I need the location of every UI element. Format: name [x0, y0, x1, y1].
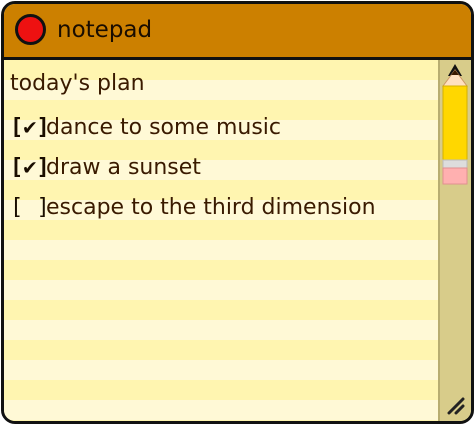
- title-bar[interactable]: notepad: [4, 4, 471, 60]
- pencil-icon[interactable]: [440, 60, 471, 190]
- window-title: notepad: [57, 17, 153, 43]
- vertical-scrollbar[interactable]: [438, 60, 471, 421]
- checklist-item-text: dance to some music: [46, 115, 282, 140]
- resize-grip-icon[interactable]: [447, 397, 465, 415]
- checklist-item: [✔]draw a sunset: [10, 152, 201, 184]
- checklist-item-text: escape to the third dimension: [46, 195, 376, 220]
- checklist-item: [✔]dance to some music: [10, 112, 281, 144]
- checkbox-checked[interactable]: [✔]: [10, 112, 50, 144]
- checkbox-checked[interactable]: [✔]: [10, 152, 50, 184]
- checklist-item-text: draw a sunset: [46, 155, 201, 180]
- note-content[interactable]: today's plan [✔]dance to some music [✔]d…: [4, 60, 438, 421]
- checklist-item: [ ]escape to the third dimension: [10, 192, 376, 224]
- notepad-window: notepad today's plan [✔]dance to some mu…: [1, 1, 474, 424]
- close-icon[interactable]: [15, 14, 46, 45]
- note-heading: today's plan: [10, 71, 145, 96]
- checkbox-unchecked[interactable]: [ ]: [10, 192, 50, 224]
